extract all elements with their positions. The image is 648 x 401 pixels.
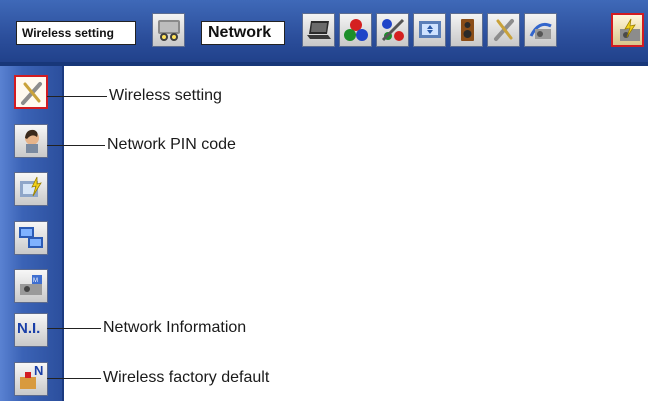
callout-line-network-pin bbox=[47, 145, 105, 146]
callout-line-wireless-setting bbox=[47, 96, 107, 97]
network-pin-icon[interactable] bbox=[14, 124, 48, 158]
laptop-icon[interactable] bbox=[302, 13, 335, 47]
network-menu-icon[interactable] bbox=[611, 13, 644, 47]
sidebar-divider bbox=[62, 66, 64, 401]
callout-network-information: Network Information bbox=[103, 319, 247, 336]
menu-bar-edge bbox=[0, 62, 648, 66]
menu-bar: Wireless setting Network bbox=[0, 0, 648, 66]
network-title: Network bbox=[201, 21, 285, 45]
projector-menu-icon[interactable] bbox=[152, 13, 185, 47]
callout-line-network-information bbox=[47, 328, 101, 329]
setting-tool-icon[interactable] bbox=[487, 13, 520, 47]
speaker-icon[interactable] bbox=[450, 13, 483, 47]
callout-wireless-factory-default: Wireless factory default bbox=[103, 369, 270, 386]
screen-icon[interactable] bbox=[413, 13, 446, 47]
factory-default-glyph: N bbox=[34, 363, 44, 378]
network-setting-icon[interactable] bbox=[14, 172, 48, 206]
wireless-setting-title: Wireless setting bbox=[16, 21, 136, 45]
callout-wireless-setting: Wireless setting bbox=[109, 87, 222, 104]
svg-text:M: M bbox=[33, 278, 38, 284]
wireless-setting-icon[interactable] bbox=[14, 75, 48, 109]
projector-status-icon[interactable]: M bbox=[14, 269, 48, 303]
callout-line-wireless-factory-default bbox=[47, 378, 101, 379]
network-information-glyph: N.I. bbox=[17, 320, 41, 337]
projector-options-icon[interactable] bbox=[524, 13, 557, 47]
callout-network-pin-code: Network PIN code bbox=[107, 136, 236, 153]
color-balls-icon[interactable] bbox=[339, 13, 372, 47]
network-information-icon[interactable]: N.I. bbox=[14, 313, 48, 347]
network-display-icon[interactable] bbox=[14, 221, 48, 255]
wireless-factory-default-icon[interactable]: N bbox=[14, 362, 48, 396]
color-adjust-icon[interactable] bbox=[376, 13, 409, 47]
